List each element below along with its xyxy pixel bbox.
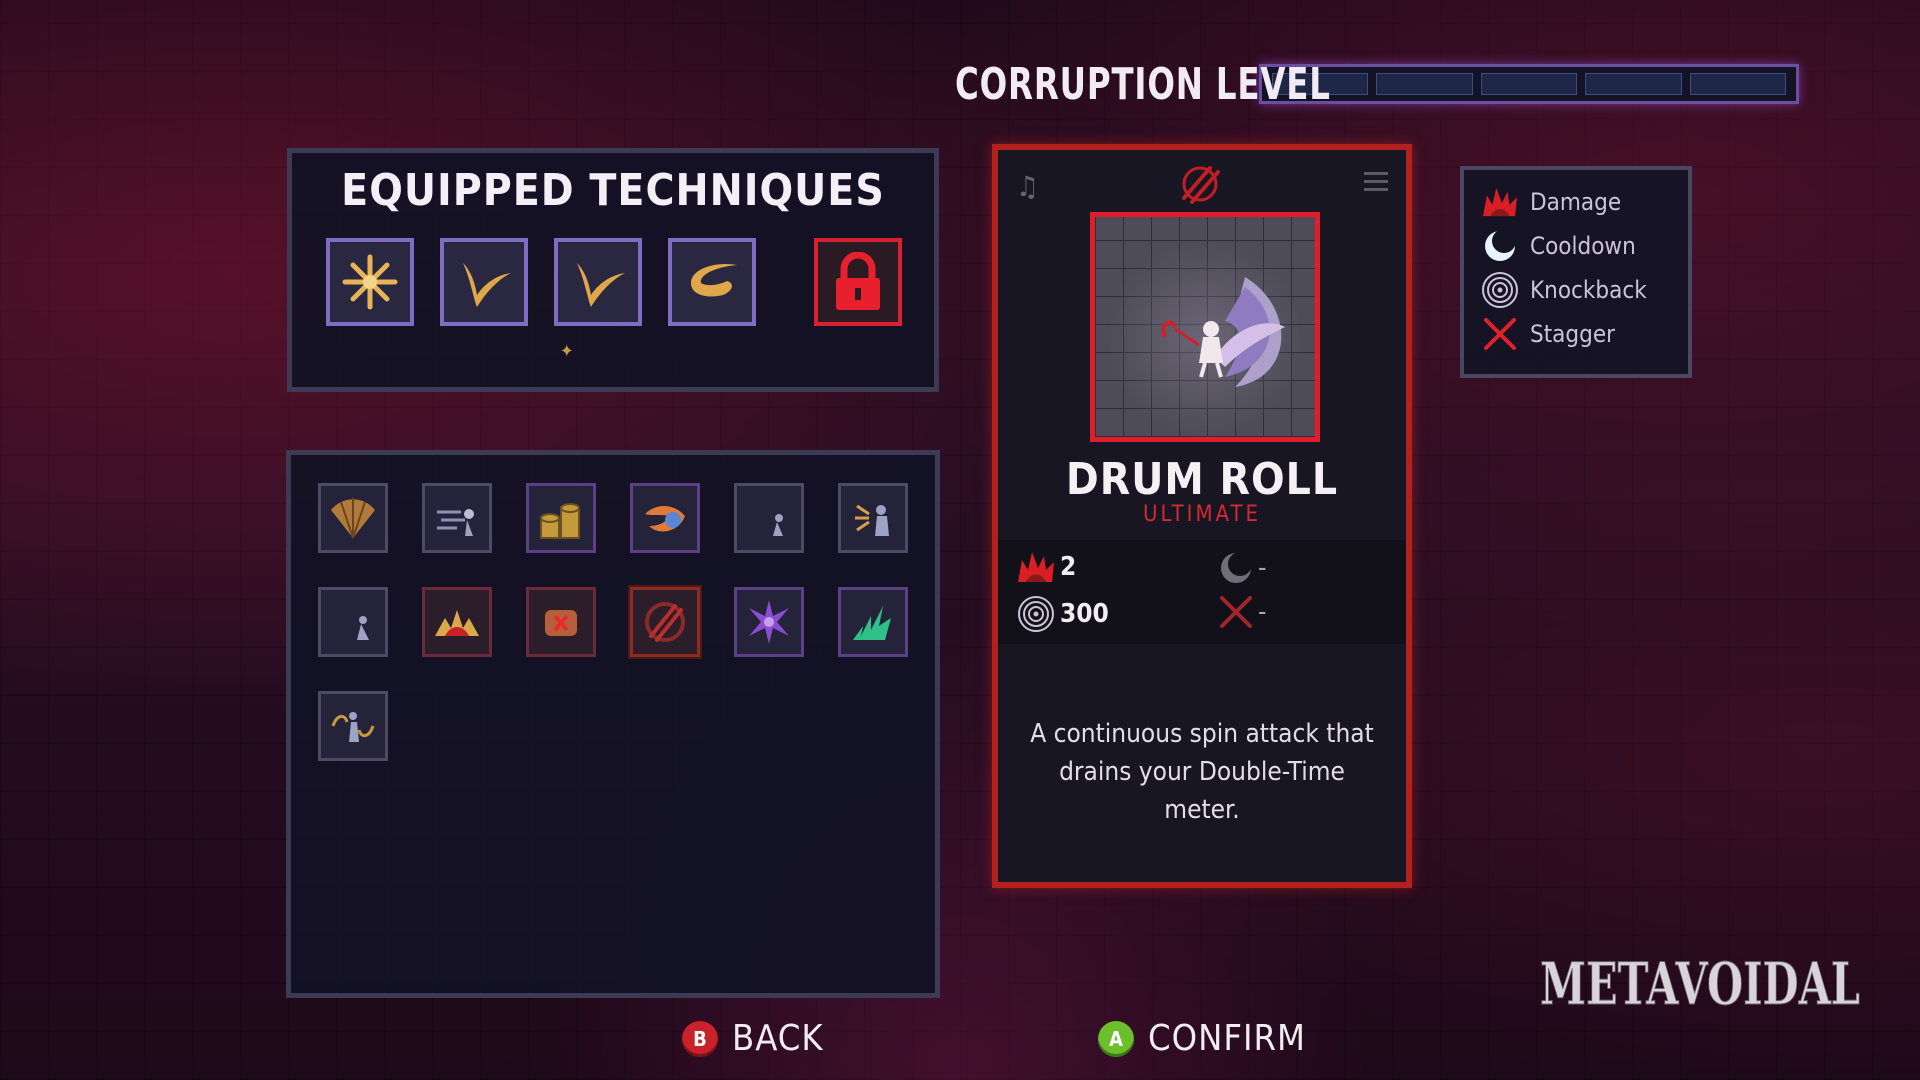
inventory-slot[interactable] [838, 483, 908, 553]
green-spark-icon [853, 606, 891, 640]
legend-cooldown-label: Cooldown [1530, 232, 1636, 260]
stagger-icon [1484, 318, 1516, 350]
cooldown-icon [1485, 229, 1516, 261]
technique-preview [1090, 212, 1320, 442]
legend-damage-label: Damage [1530, 188, 1622, 216]
cooldown-icon [1221, 552, 1252, 583]
menu-icon [1364, 172, 1388, 192]
purple-star-icon [749, 600, 789, 644]
corruption-title: CORRUPTION LEVEL [955, 58, 1331, 110]
metavoidal-logo: METAVOIDAL [1540, 950, 1860, 1019]
equipped-slot-3[interactable] [554, 238, 642, 326]
back-label: BACK [732, 1018, 824, 1059]
corruption-segment [1480, 73, 1578, 95]
inventory-slot[interactable] [318, 587, 388, 657]
fireball-icon [645, 505, 685, 532]
technique-name: DRUM ROLL [1065, 454, 1339, 505]
technique-category: ULTIMATE [1143, 502, 1261, 527]
drum-roll-icon [645, 602, 685, 642]
legend-stagger: Stagger [1480, 312, 1672, 356]
stat-cooldown-value: - [1258, 553, 1267, 583]
svg-text:METAVOIDAL: METAVOIDAL [1540, 950, 1860, 1018]
drum-roll-preview-art [1161, 277, 1285, 387]
equipped-slot-2[interactable] [440, 238, 528, 326]
stagger-icon [1220, 596, 1252, 628]
confirm-button[interactable]: A CONFIRM [1098, 1018, 1306, 1059]
stat-knockback-value: 300 [1060, 599, 1109, 629]
stat-stagger: - [1218, 594, 1266, 630]
slot-cursor-icon: ✦ [560, 341, 574, 362]
knockback-icon [1018, 596, 1054, 632]
lock-icon [836, 252, 880, 310]
spin-arc-icon [691, 263, 737, 297]
swirl-figure-icon [331, 712, 375, 742]
knockback-icon [1482, 272, 1518, 308]
stat-damage-value: 2 [1060, 552, 1077, 582]
coin-stack-icon [540, 503, 580, 539]
moon-figure-icon [753, 498, 783, 538]
technique-description: A continuous spin attack that drains you… [1030, 719, 1374, 825]
stat-stagger-value: - [1258, 597, 1267, 627]
burst-figure-icon [855, 504, 889, 536]
corruption-segment [1689, 73, 1787, 95]
technique-stats: 2 300 - - [998, 540, 1406, 644]
legend-knockback: Knockback [1480, 268, 1672, 312]
stat-cooldown: - [1218, 550, 1266, 586]
inventory-slot[interactable] [318, 691, 388, 761]
damage-icon [1483, 187, 1517, 217]
equipped-title: EQUIPPED TECHNIQUES [341, 165, 885, 216]
inventory-slot[interactable] [734, 587, 804, 657]
b-button-icon: B [682, 1020, 718, 1057]
corruption-meter [1259, 64, 1799, 104]
back-button[interactable]: B BACK [682, 1018, 824, 1059]
legend-cooldown: Cooldown [1480, 224, 1672, 268]
inventory-slot[interactable] [526, 587, 596, 657]
music-note-icon: ♫ [1016, 170, 1039, 203]
technique-detail-card: ♫ DRUM ROLL ULTIMATE 2 300 - - A continu… [992, 144, 1412, 888]
inventory-slot[interactable] [734, 483, 804, 553]
corruption-segment [1376, 73, 1473, 95]
corruption-segment [1585, 73, 1682, 95]
inventory-slot[interactable] [630, 483, 700, 553]
techniques-inventory-panel [286, 450, 940, 998]
drum-roll-type-icon [1182, 166, 1220, 204]
stat-damage: 2 [1016, 550, 1076, 584]
equipped-slot-4[interactable] [668, 238, 756, 326]
confirm-label: CONFIRM [1148, 1018, 1306, 1059]
legend-knockback-label: Knockback [1530, 276, 1647, 304]
equipped-slot-1[interactable] [326, 238, 414, 326]
inventory-slot[interactable] [318, 483, 388, 553]
legend-stagger-label: Stagger [1530, 320, 1615, 348]
inventory-slot[interactable] [422, 587, 492, 657]
inventory-slot[interactable] [838, 587, 908, 657]
moon-slash-icon [335, 602, 369, 642]
damage-icon [1018, 552, 1054, 582]
stat-legend: Damage Cooldown Knockback Stagger [1460, 166, 1692, 378]
stat-knockback: 300 [1016, 594, 1109, 634]
corruption-level: CORRUPTION LEVEL [955, 54, 1799, 114]
starburst-icon [342, 254, 398, 310]
red-fist-icon [545, 610, 577, 636]
inventory-slot[interactable] [526, 483, 596, 553]
fan-icon [331, 498, 375, 539]
crescent-slash-icon [577, 263, 625, 307]
inventory-slot-selected[interactable] [630, 587, 700, 657]
inventory-slot[interactable] [422, 483, 492, 553]
flame-crown-icon [435, 610, 479, 636]
equipped-slot-locked[interactable] [814, 238, 902, 326]
a-button-icon: A [1098, 1020, 1134, 1057]
legend-damage: Damage [1480, 180, 1672, 224]
crescent-slash-icon [463, 263, 511, 307]
dash-strike-icon [437, 509, 474, 536]
equipped-techniques-panel: EQUIPPED TECHNIQUES ✦ [287, 148, 939, 392]
